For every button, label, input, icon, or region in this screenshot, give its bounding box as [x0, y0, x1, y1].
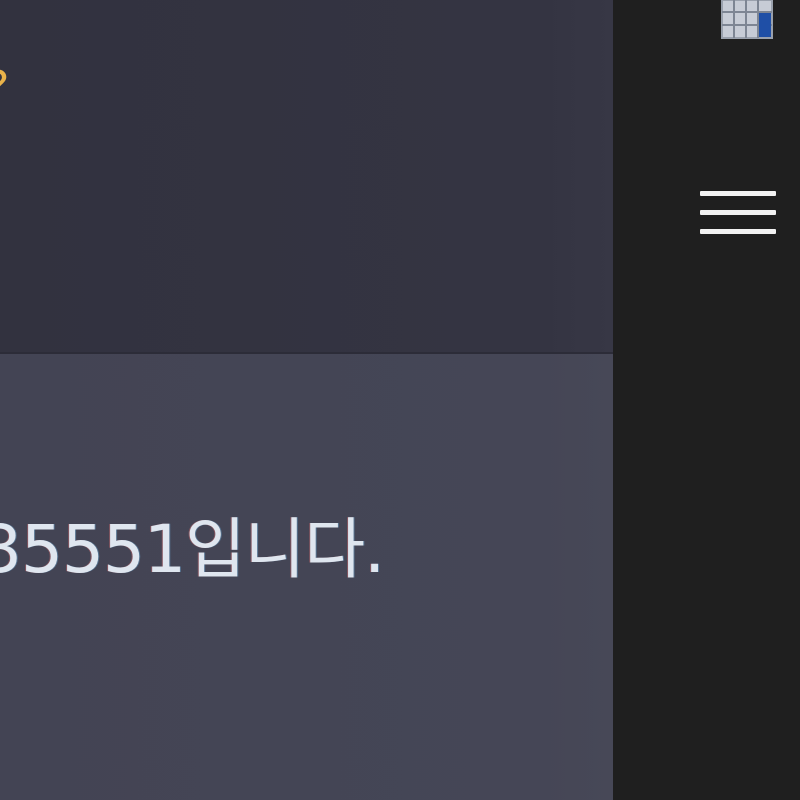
partial-glyph: ?: [0, 66, 12, 124]
chat-header-area: ?: [0, 0, 613, 352]
app-window: ? 35551입니다.: [0, 0, 800, 800]
partial-glyph-text: ?: [0, 66, 12, 110]
chat-message-text: 35551입니다.: [0, 511, 385, 588]
right-sidebar: [613, 0, 800, 800]
hamburger-bar: [700, 228, 776, 234]
chat-panel: ? 35551입니다.: [0, 0, 613, 800]
hamburger-menu-icon: [700, 190, 776, 196]
hamburger-bar: [700, 209, 776, 215]
hamburger-menu-button[interactable]: [690, 170, 786, 254]
calendar-grid-icon[interactable]: [720, 0, 774, 40]
